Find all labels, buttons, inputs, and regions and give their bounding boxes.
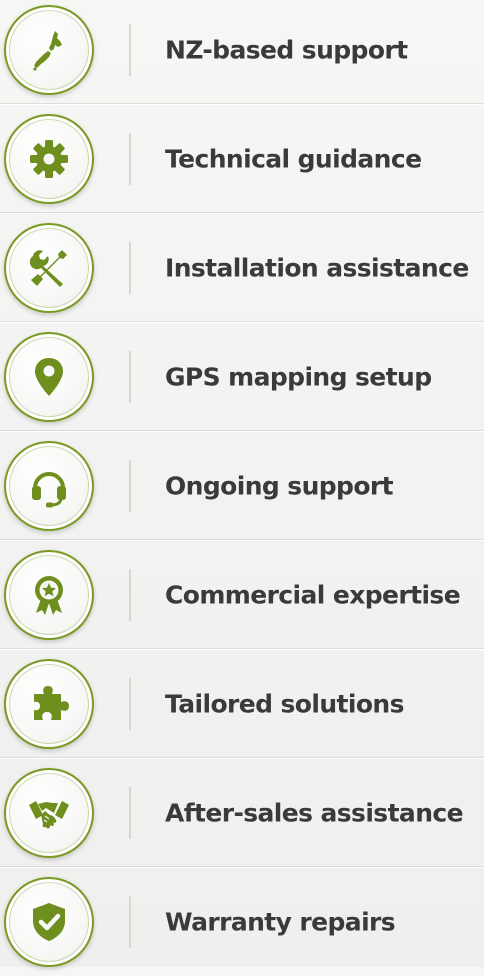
divider bbox=[129, 895, 131, 948]
list-item-label: Installation assistance bbox=[165, 253, 469, 282]
list-item: Commercial expertise bbox=[0, 540, 484, 649]
icon-badge bbox=[4, 549, 94, 640]
list-item-label: Tailored solutions bbox=[165, 689, 405, 718]
list-item: GPS mapping setup bbox=[0, 322, 484, 431]
list-item-label: NZ-based support bbox=[165, 35, 408, 64]
list-item: Technical guidance bbox=[0, 104, 484, 213]
list-item: Warranty repairs bbox=[0, 867, 484, 976]
icon-badge bbox=[4, 113, 94, 204]
list-item-label: Commercial expertise bbox=[165, 580, 461, 609]
list-item: Tailored solutions bbox=[0, 649, 484, 758]
divider bbox=[129, 568, 131, 621]
icon-badge bbox=[4, 222, 94, 313]
list-item-label: Technical guidance bbox=[165, 144, 422, 173]
icon-badge bbox=[4, 331, 94, 422]
icon-badge bbox=[4, 658, 94, 749]
features-list: NZ-based support Technical guidance Inst… bbox=[0, 0, 484, 967]
list-item-label: Ongoing support bbox=[165, 471, 394, 500]
list-item-label: GPS mapping setup bbox=[165, 362, 432, 391]
list-item-label: Warranty repairs bbox=[165, 907, 396, 936]
list-item-label: After-sales assistance bbox=[165, 798, 464, 827]
headset-icon bbox=[32, 471, 66, 507]
handshake-icon bbox=[29, 800, 69, 828]
puzzle-piece-icon bbox=[34, 685, 69, 720]
divider bbox=[129, 23, 131, 76]
icon-badge bbox=[4, 767, 94, 858]
shield-check-icon bbox=[33, 902, 65, 941]
list-item: NZ-based support bbox=[0, 0, 484, 104]
map-pin-icon bbox=[35, 357, 63, 396]
divider bbox=[129, 350, 131, 403]
new-zealand-map-icon bbox=[33, 30, 62, 71]
divider bbox=[129, 786, 131, 839]
divider bbox=[129, 677, 131, 730]
wrench-screwdriver-icon bbox=[29, 249, 67, 287]
gear-icon bbox=[30, 139, 68, 178]
award-ribbon-icon bbox=[35, 575, 63, 615]
divider bbox=[129, 459, 131, 512]
list-item: Ongoing support bbox=[0, 431, 484, 540]
divider bbox=[129, 132, 131, 185]
list-item: After-sales assistance bbox=[0, 758, 484, 867]
divider bbox=[129, 241, 131, 294]
icon-badge bbox=[4, 440, 94, 531]
list-item: Installation assistance bbox=[0, 213, 484, 322]
icon-badge bbox=[4, 4, 94, 95]
icon-badge bbox=[4, 876, 94, 967]
